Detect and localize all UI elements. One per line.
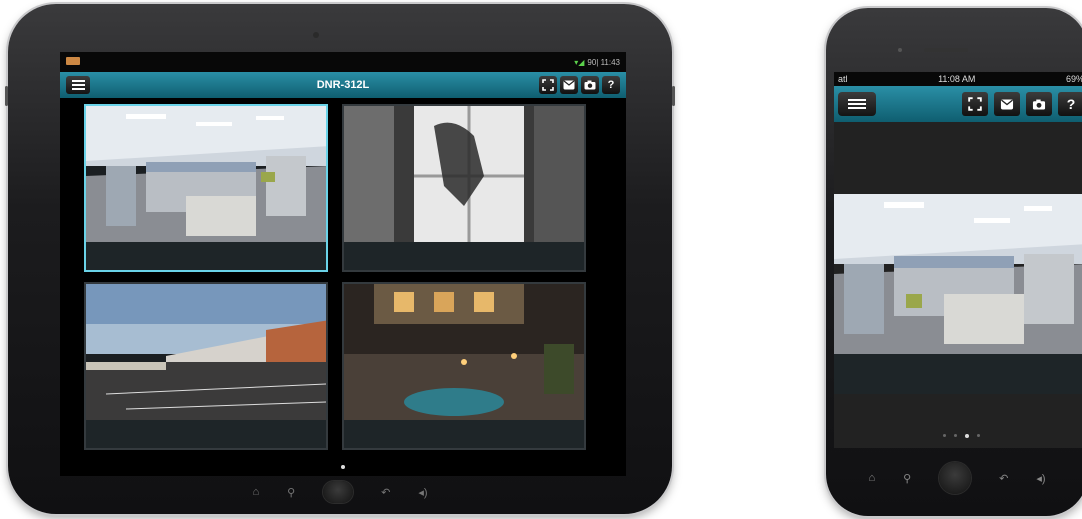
phone-camera-bar (834, 354, 1082, 394)
tablet-actions: ? (539, 76, 620, 94)
home-button[interactable] (939, 462, 972, 494)
search-icon[interactable]: ⚲ (903, 472, 911, 485)
camera-tile-bar (86, 420, 326, 448)
volume-icon[interactable]: ◂) (418, 486, 427, 499)
camera-tile-patio[interactable] (342, 282, 586, 450)
tablet-screen: ▾◢ 90| 11:43 DNR-312L ? (60, 52, 626, 476)
carrier-signal: atl (838, 74, 848, 84)
back-icon[interactable]: ↶ (999, 472, 1008, 485)
notification-icons (66, 57, 83, 67)
camera-icon (1032, 99, 1046, 109)
page-dot (976, 434, 980, 437)
fullscreen-button[interactable] (962, 92, 988, 116)
mail-icon (1000, 99, 1014, 109)
phone-device: atl 11:08 AM 69% ? (826, 8, 1082, 516)
tablet-status-bar: ▾◢ 90| 11:43 (60, 52, 626, 72)
help-button[interactable]: ? (1058, 92, 1082, 116)
phone-screen: atl 11:08 AM 69% ? (834, 72, 1082, 448)
office-camera-feed[interactable] (834, 194, 1082, 354)
menu-button[interactable] (838, 92, 876, 116)
tablet-nav-bar: ⌂ ⚲ ↶ ◂) (8, 480, 672, 504)
mail-button[interactable] (994, 92, 1020, 116)
phone-actions: ? (962, 92, 1082, 116)
tablet-front-camera (313, 32, 319, 38)
mail-icon (563, 80, 575, 90)
camera-icon (584, 80, 596, 90)
camera-tile-door[interactable] (342, 104, 586, 272)
phone-time: 11:08 AM (938, 74, 976, 84)
camera-tile-bar (344, 420, 584, 448)
volume-icon[interactable]: ◂) (1036, 472, 1045, 485)
phone-status-bar: atl 11:08 AM 69% (834, 72, 1082, 86)
page-dot-current (964, 434, 969, 438)
camera-grid (84, 104, 592, 456)
fullscreen-button[interactable] (539, 76, 557, 94)
fullscreen-icon (968, 97, 982, 111)
phone-app-bar: ? (834, 86, 1082, 122)
back-icon[interactable]: ↶ (381, 486, 390, 499)
page-dot (953, 434, 957, 437)
phone-nav-bar: ⌂ ⚲ ↶ ◂) (826, 462, 1082, 494)
fullscreen-icon (542, 79, 554, 91)
search-icon[interactable]: ⚲ (287, 486, 295, 499)
menu-icon (848, 99, 866, 109)
battery-level: 69% (1065, 74, 1082, 84)
camera-tile-warehouse[interactable] (84, 282, 328, 450)
tablet-side-button (672, 86, 675, 106)
tablet-device: ▾◢ 90| 11:43 DNR-312L ? ⌂ ⚲ ↶ ◂) (5, 4, 675, 514)
tablet-app-bar: DNR-312L ? (60, 72, 626, 98)
warehouse-camera-feed (86, 284, 326, 422)
home-icon[interactable]: ⌂ (868, 472, 875, 484)
page-indicator (834, 434, 1082, 438)
help-button[interactable]: ? (602, 76, 620, 94)
tablet-side-button (5, 86, 8, 106)
phone-front-camera (898, 48, 902, 52)
snapshot-button[interactable] (1026, 92, 1052, 116)
phone-speaker (924, 48, 968, 52)
home-icon[interactable]: ⌂ (252, 486, 259, 498)
home-button[interactable] (323, 481, 354, 503)
wifi-signal-icon: ▾◢ (574, 57, 585, 67)
office-camera-feed (86, 106, 326, 244)
camera-tile-bar (344, 242, 584, 270)
status-time: 90| 11:43 (587, 57, 620, 67)
snapshot-button[interactable] (581, 76, 599, 94)
mail-button[interactable] (560, 76, 578, 94)
status-right: ▾◢ 90| 11:43 (574, 58, 620, 67)
camera-tile-bar (86, 242, 326, 270)
patio-camera-feed (344, 284, 584, 422)
page-indicator-dot (341, 465, 345, 469)
door-camera-feed (344, 106, 584, 244)
page-dot (942, 434, 946, 437)
camera-tile-office[interactable] (84, 104, 328, 272)
